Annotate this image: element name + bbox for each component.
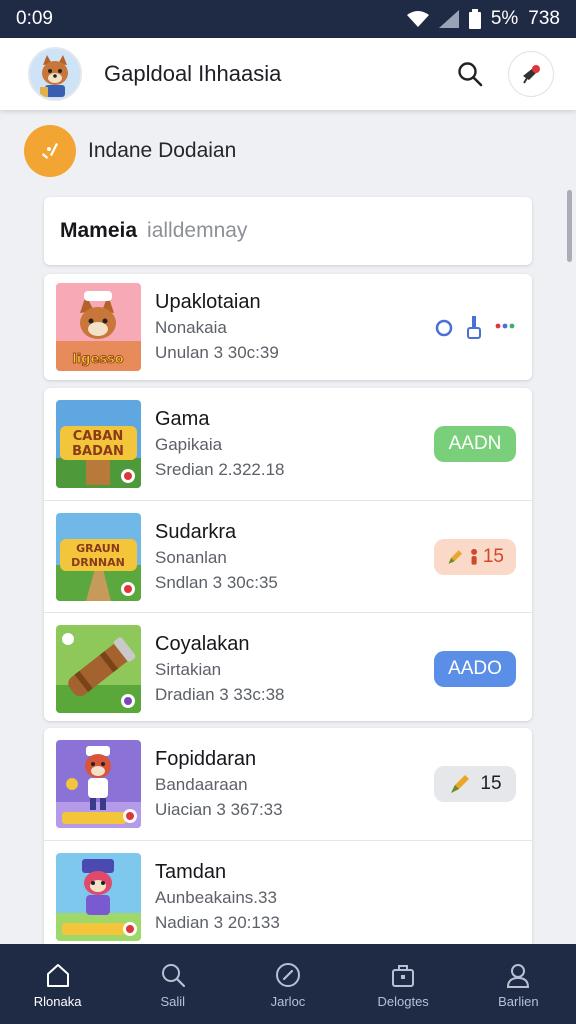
reward-count: 15 [480, 773, 502, 794]
notification-icon [523, 65, 540, 84]
status-clock: 738 [528, 8, 560, 29]
list-item[interactable]: Fopiddaran Bandaaraan Uiacian 3 367:33 1… [44, 728, 532, 840]
add-button[interactable]: AADN [434, 426, 516, 462]
section-title: Indane Dodaian [88, 139, 237, 162]
search-label: Mameia [60, 219, 138, 242]
battery-percent: 5% [490, 8, 519, 29]
circle-icon[interactable] [434, 318, 454, 343]
nav-label: Salil [160, 993, 186, 1009]
list-item-subtitle: Aunbeakains.33 [155, 887, 277, 907]
svg-text:CABAN: CABAN [73, 429, 123, 444]
add-button[interactable]: AADO [434, 651, 516, 687]
status-time: 0:09 [16, 8, 53, 29]
game-thumbnail[interactable]: GRAUN DRNNAN [56, 512, 141, 601]
game-thumbnail[interactable] [56, 740, 141, 828]
tools-icon [24, 125, 76, 177]
svg-text:GRAUN: GRAUN [76, 542, 120, 555]
nav-label: Rlonaka [33, 993, 82, 1009]
list-item[interactable]: ligesso Upaklotaian Nonakaia Unulan 3 30… [44, 274, 532, 380]
game-card: ligesso Upaklotaian Nonakaia Unulan 3 30… [44, 274, 532, 380]
game-thumbnail[interactable] [56, 852, 141, 941]
row-tools [434, 316, 516, 345]
svg-text:BADAN: BADAN [72, 444, 124, 459]
nav-item-compass[interactable]: Jarloc [238, 960, 338, 1009]
profile-icon [503, 960, 533, 990]
thumb-caption: ligesso [72, 352, 124, 367]
list-item-title: Tamdan [155, 860, 227, 883]
bag-icon [388, 960, 418, 990]
app-title: Gapldoal Ihhaasia [104, 61, 282, 86]
list-item[interactable]: GRAUN DRNNAN Sudarkra Sonanlan Sndlan 3 … [44, 500, 532, 612]
list-item[interactable]: CABAN BADAN Gama Gapikaia Sredian 2.322.… [44, 388, 532, 500]
pencil-icon [448, 550, 463, 564]
list-item-meta: Nadian 3 20:133 [155, 912, 280, 932]
game-thumbnail[interactable]: ligesso [56, 283, 141, 371]
bottom-navigation: Rlonaka Salil Jarloc Delogtes Barlien [0, 944, 576, 1024]
reward-count: 15 [482, 546, 504, 567]
status-icons: 5% 738 [406, 8, 560, 30]
battery-icon [468, 9, 481, 29]
section-heading: Indane Dodaian [24, 124, 236, 178]
search-input[interactable] [147, 219, 448, 243]
search-icon [158, 960, 188, 990]
app-header: Gapldoal Ihhaasia [0, 38, 576, 110]
list-item[interactable]: Coyalakan Sirtakian Dradian 3 33c:38 AAD… [44, 612, 532, 721]
status-bar: 0:09 5% 738 [0, 0, 576, 38]
list-item-title: Upaklotaian [155, 291, 261, 313]
compass-icon [273, 960, 303, 990]
palette-icon[interactable] [494, 321, 516, 340]
home-icon [43, 960, 73, 990]
notification-button[interactable] [508, 51, 554, 97]
game-card: CABAN BADAN Gama Gapikaia Sredian 2.322.… [44, 388, 532, 721]
fox-avatar-icon[interactable] [28, 47, 82, 101]
nav-item-profile[interactable]: Barlien [468, 960, 568, 1009]
nav-item-search[interactable]: Salil [123, 960, 223, 1009]
wifi-icon [406, 11, 429, 27]
brush-icon[interactable] [466, 316, 482, 345]
nav-label: Barlien [498, 993, 539, 1009]
search-icon[interactable] [450, 54, 490, 94]
search-card: Mameia [44, 197, 532, 265]
nav-label: Jarloc [270, 993, 306, 1009]
list-item-text: Tamdan Aunbeakains.33 Nadian 3 20:133 [155, 859, 532, 935]
signal-icon [438, 10, 459, 28]
reward-badge[interactable]: 15 [434, 539, 516, 575]
nav-item-bag[interactable]: Delogtes [353, 960, 453, 1009]
scrollbar[interactable] [567, 190, 572, 262]
game-thumbnail[interactable] [56, 624, 141, 713]
pencil-icon [451, 775, 470, 793]
game-card: Fopiddaran Bandaaraan Uiacian 3 367:33 1… [44, 728, 532, 944]
reward-badge[interactable]: 15 [434, 766, 516, 802]
svg-text:DRNNAN: DRNNAN [71, 556, 125, 569]
list-item[interactable]: Tamdan Aunbeakains.33 Nadian 3 20:133 [44, 840, 532, 944]
figure-icon [470, 548, 477, 565]
nav-item-home[interactable]: Rlonaka [8, 960, 108, 1009]
game-thumbnail[interactable]: CABAN BADAN [56, 400, 141, 488]
nav-label: Delogtes [377, 993, 429, 1009]
